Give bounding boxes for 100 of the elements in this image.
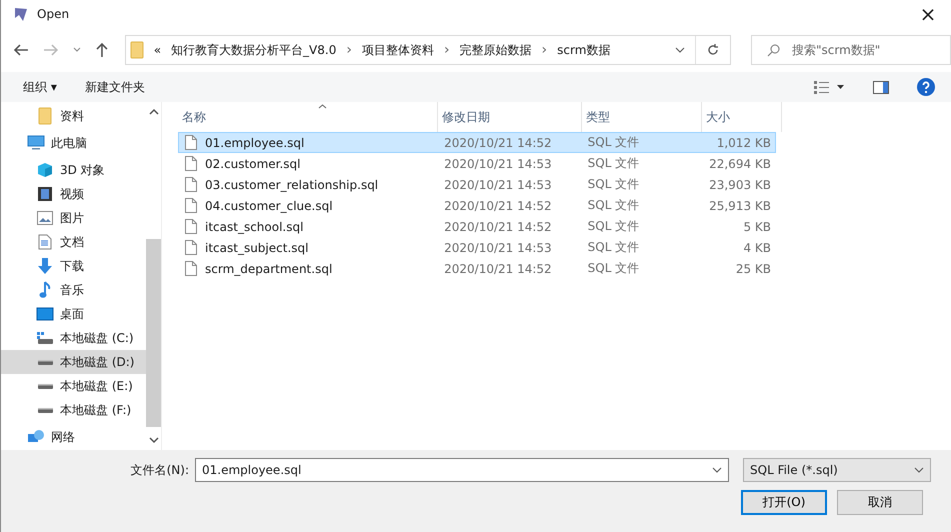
nav-item[interactable]: 视频 (1, 182, 146, 206)
nav-label: 图片 (60, 210, 84, 226)
file-icon (185, 261, 197, 276)
view-options-icon[interactable] (813, 80, 845, 94)
system-drive-icon (36, 331, 54, 345)
file-name: itcast_school.sql (205, 220, 304, 234)
nav-item[interactable]: 桌面 (1, 302, 146, 326)
nav-item[interactable]: 3D 对象 (1, 158, 146, 182)
close-button[interactable]: × (905, 2, 951, 26)
file-name: 01.employee.sql (205, 136, 304, 150)
scroll-down-icon[interactable] (148, 437, 158, 444)
scroll-up-icon[interactable] (148, 108, 158, 115)
file-name: 02.customer.sql (205, 156, 301, 170)
dropdown-icon (914, 467, 924, 473)
file-name: itcast_subject.sql (205, 240, 308, 254)
address-bar[interactable]: « 知行教育大数据分析平台_V8.0 › 项目整体资料 › 完整原始数据 › scrm数据 (124, 35, 732, 65)
nav-label: 文档 (60, 234, 84, 250)
window-title: Open (37, 7, 70, 21)
new-folder-button[interactable]: 新建文件夹 (84, 78, 145, 96)
dropdown-icon[interactable] (675, 47, 686, 53)
nav-item[interactable]: 文档 (1, 230, 146, 254)
separator-chevron[interactable]: › (346, 42, 352, 58)
file-date: 2020/10/21 14:53 (443, 156, 553, 170)
nav-item[interactable]: 此电脑 (1, 128, 146, 158)
separator-chevron[interactable]: › (542, 42, 548, 58)
file-type-dropdown[interactable]: SQL File (*.sql) (743, 458, 931, 482)
file-icon (185, 240, 197, 255)
file-row[interactable]: 04.customer_clue.sql 2020/10/21 14:52 SQL 文件 25,913 KB (178, 195, 776, 216)
file-type: SQL 文件 (586, 155, 640, 172)
cancel-button[interactable]: 取消 (837, 490, 923, 515)
file-row[interactable]: 02.customer.sql 2020/10/21 14:53 SQL 文件 22,694 KB (178, 153, 776, 174)
cube-icon (37, 162, 53, 178)
up-icon[interactable] (94, 42, 109, 58)
file-type: SQL 文件 (586, 134, 640, 151)
file-icon (185, 198, 197, 213)
scrollbar-thumb[interactable] (146, 239, 161, 427)
nav-item[interactable]: 下载 (1, 254, 146, 278)
open-button[interactable]: 打开(O) (741, 490, 827, 515)
desktop-icon (36, 307, 54, 321)
file-date: 2020/10/21 14:52 (443, 136, 553, 150)
preview-pane-icon[interactable] (873, 80, 889, 94)
filename-field[interactable]: 01.employee.sql (195, 458, 729, 482)
dropdown-icon[interactable] (712, 467, 722, 473)
nav-label: 网络 (51, 428, 75, 446)
back-icon[interactable] (13, 43, 29, 57)
file-date: 2020/10/21 14:53 (443, 178, 553, 192)
nav-label: 资料 (60, 108, 84, 124)
computer-icon (27, 135, 45, 151)
file-icon (185, 156, 197, 171)
overflow-chevron[interactable]: « (154, 43, 162, 57)
nav-item[interactable]: 本地磁盘 (F:) (1, 398, 146, 422)
help-icon[interactable] (917, 78, 935, 96)
file-icon (185, 219, 197, 234)
file-row[interactable]: scrm_department.sql 2020/10/21 14:52 SQL 文件 25 KB (178, 258, 776, 279)
folder-icon (37, 107, 53, 125)
file-icon (185, 135, 197, 150)
file-row[interactable]: itcast_school.sql 2020/10/21 14:52 SQL 文件 5 KB (178, 216, 776, 237)
file-row[interactable]: 01.employee.sql 2020/10/21 14:52 SQL 文件 1,012 KB (178, 132, 776, 153)
nav-item[interactable]: 本地磁盘 (D:) (1, 350, 146, 374)
nav-label: 本地磁盘 (E:) (60, 378, 133, 394)
breadcrumb[interactable]: 项目整体资料 (362, 42, 434, 58)
nav-item[interactable]: 资料 (1, 104, 146, 128)
file-icon (185, 177, 197, 192)
download-arrow-icon (37, 257, 53, 275)
breadcrumb[interactable]: 知行教育大数据分析平台_V8.0 (171, 42, 336, 58)
network-icon (27, 429, 45, 445)
file-size: 23,903 KB (708, 178, 772, 192)
chevron-icon[interactable] (72, 47, 81, 53)
breadcrumb[interactable]: scrm数据 (557, 42, 610, 58)
nav-label: 下载 (60, 258, 84, 274)
file-name: 04.customer_clue.sql (205, 198, 333, 212)
file-row[interactable]: itcast_subject.sql 2020/10/21 14:53 SQL 文件 4 KB (178, 237, 776, 258)
nav-label: 视频 (60, 186, 84, 202)
file-name: 03.customer_relationship.sql (205, 178, 378, 192)
refresh-icon (706, 43, 720, 57)
breadcrumb[interactable]: 完整原始数据 (460, 42, 532, 58)
organize-button[interactable]: 组织 ▾ (23, 78, 57, 96)
file-row[interactable]: 03.customer_relationship.sql 2020/10/21 14:53 SQL 文件 23,903 KB (178, 174, 776, 195)
file-size: 4 KB (742, 240, 772, 254)
nav-label: 桌面 (60, 306, 84, 322)
music-note-icon (39, 281, 51, 299)
nav-item[interactable]: 图片 (1, 206, 146, 230)
nav-item[interactable]: 音乐 (1, 278, 146, 302)
separator-chevron[interactable]: › (444, 42, 450, 58)
nav-item[interactable]: 本地磁盘 (C:) (1, 326, 146, 350)
nav-label: 3D 对象 (60, 162, 105, 178)
drive-icon (36, 381, 54, 391)
folder-icon (130, 41, 144, 59)
nav-item[interactable]: 网络 (1, 422, 146, 450)
file-date: 2020/10/21 14:52 (443, 198, 553, 212)
file-type: SQL 文件 (586, 239, 640, 256)
sort-ascending-icon (318, 104, 327, 109)
search-icon (767, 43, 782, 57)
file-size: 22,694 KB (708, 156, 772, 170)
file-date: 2020/10/21 14:52 (443, 262, 553, 276)
nav-label: 音乐 (60, 282, 84, 298)
document-icon (38, 234, 52, 250)
nav-item[interactable]: 本地磁盘 (E:) (1, 374, 146, 398)
file-type: SQL 文件 (586, 218, 640, 235)
search-field[interactable]: 搜索"scrm数据" (751, 35, 951, 65)
